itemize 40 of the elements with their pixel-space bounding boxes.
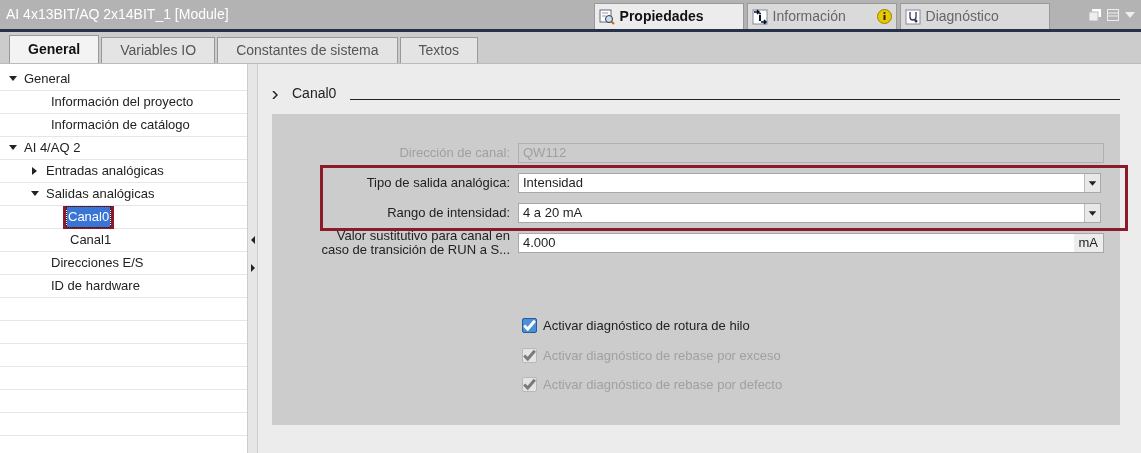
tree-item[interactable]: ID de hardware — [50, 276, 141, 296]
inspector-tab[interactable]: Información — [746, 3, 897, 29]
expanded-arrow-icon[interactable] — [31, 190, 39, 198]
checkbox[interactable] — [522, 318, 537, 334]
tab[interactable]: Textos — [399, 37, 478, 63]
tree-item[interactable]: Canal0 — [67, 207, 111, 227]
input-field[interactable]: 4.000 mA — [518, 233, 1104, 253]
dropdown-caret-icon[interactable] — [1084, 204, 1100, 222]
expanded-arrow-icon[interactable] — [9, 144, 17, 152]
dropdown-field[interactable]: 4 a 20 mA — [518, 203, 1101, 223]
tab[interactable]: Constantes de sistema — [217, 37, 398, 63]
expanded-arrow-icon[interactable] — [9, 75, 17, 83]
dropdown-value: 4 a 20 mA — [522, 204, 584, 223]
collapse-left-icon[interactable] — [250, 236, 255, 244]
tree-item[interactable]: AI 4/AQ 2 — [23, 138, 82, 158]
unit-label: mA — [1073, 234, 1103, 252]
field-label: Rango de intensidad: — [386, 206, 510, 220]
checkbox-label: Activar diagnóstico de rotura de hilo — [543, 317, 750, 335]
dropdown-field[interactable]: Intensidad — [518, 173, 1101, 193]
collapse-right-icon[interactable] — [250, 264, 255, 272]
collapsed-arrow-icon[interactable] — [31, 167, 39, 175]
section-title: Canal0 — [292, 84, 337, 103]
tree-item[interactable]: Información de catálogo — [50, 115, 191, 135]
tab[interactable]: Variables IO — [101, 37, 216, 63]
tree-item[interactable]: Canal1 — [69, 230, 113, 250]
inspector-tab[interactable]: Propiedades — [593, 3, 744, 29]
tree-item[interactable]: Salidas analógicas — [45, 184, 156, 204]
tree-item[interactable]: Entradas analógicas — [45, 161, 165, 181]
tree-item[interactable]: Direcciones E/S — [50, 253, 145, 273]
magnifier-icon — [598, 8, 615, 25]
inspector-tab[interactable]: Diagnóstico — [899, 3, 1050, 29]
tree-item[interactable]: Información del proyecto — [50, 92, 195, 112]
field-label: Valor sustitutivo para canal en caso de transición de RUN a S... — [320, 229, 510, 257]
tab[interactable]: General — [9, 35, 100, 63]
window-title: AI 4x13BIT/AQ 2x14BIT_1 [Module] — [6, 5, 229, 24]
tree-item[interactable]: General — [23, 69, 72, 89]
dropdown-caret-icon[interactable] — [1084, 174, 1100, 192]
field-label: Tipo de salida analógica: — [365, 176, 510, 190]
info-badge-icon — [876, 9, 892, 24]
dropdown-value: Intensidad — [522, 174, 584, 193]
